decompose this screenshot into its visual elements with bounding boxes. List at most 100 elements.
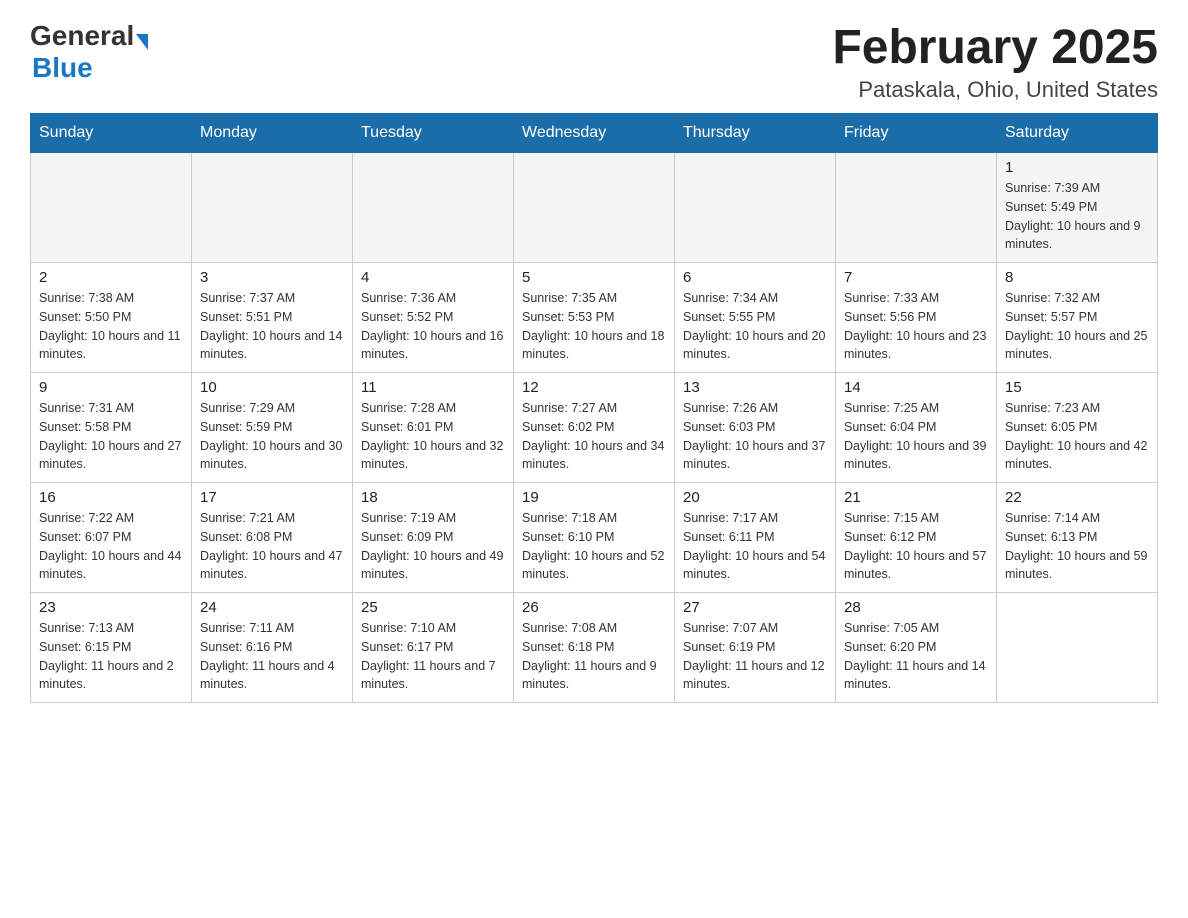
day-number: 15 — [1005, 379, 1149, 396]
day-number: 1 — [1005, 159, 1149, 176]
day-number: 20 — [683, 489, 827, 506]
calendar-cell: 18 Sunrise: 7:19 AM Sunset: 6:09 PM Dayli… — [353, 483, 514, 593]
calendar-cell: 9 Sunrise: 7:31 AM Sunset: 5:58 PM Daylig… — [31, 373, 192, 483]
day-number: 2 — [39, 269, 183, 286]
header-wednesday: Wednesday — [514, 114, 675, 153]
day-info: Sunrise: 7:18 AM Sunset: 6:10 PM Dayligh… — [522, 509, 666, 584]
calendar-cell — [836, 153, 997, 263]
calendar-cell: 24Sunrise: 7:11 AM Sunset: 6:16 PM Dayli… — [192, 593, 353, 703]
calendar-cell: 17 Sunrise: 7:21 AM Sunset: 6:08 PM Dayli… — [192, 483, 353, 593]
day-number: 8 — [1005, 269, 1149, 286]
day-number: 23 — [39, 599, 183, 616]
calendar-cell: 13 Sunrise: 7:26 AM Sunset: 6:03 PM Dayli… — [675, 373, 836, 483]
calendar-week-row: 1 Sunrise: 7:39 AM Sunset: 5:49 PM Daylig… — [31, 153, 1158, 263]
day-number: 18 — [361, 489, 505, 506]
calendar-cell — [675, 153, 836, 263]
month-title: February 2025 — [832, 20, 1158, 75]
logo-general: General — [30, 20, 134, 52]
day-number: 27 — [683, 599, 827, 616]
header-thursday: Thursday — [675, 114, 836, 153]
calendar-cell — [514, 153, 675, 263]
day-number: 17 — [200, 489, 344, 506]
day-info: Sunrise: 7:38 AM Sunset: 5:50 PM Dayligh… — [39, 289, 183, 364]
calendar-cell: 6 Sunrise: 7:34 AM Sunset: 5:55 PM Daylig… — [675, 263, 836, 373]
day-info: Sunrise: 7:17 AM Sunset: 6:11 PM Dayligh… — [683, 509, 827, 584]
day-number: 7 — [844, 269, 988, 286]
day-info: Sunrise: 7:31 AM Sunset: 5:58 PM Dayligh… — [39, 399, 183, 474]
day-number: 28 — [844, 599, 988, 616]
day-info: Sunrise: 7:33 AM Sunset: 5:56 PM Dayligh… — [844, 289, 988, 364]
calendar-cell: 2 Sunrise: 7:38 AM Sunset: 5:50 PM Daylig… — [31, 263, 192, 373]
day-number: 21 — [844, 489, 988, 506]
day-info: Sunrise: 7:27 AM Sunset: 6:02 PM Dayligh… — [522, 399, 666, 474]
day-info: Sunrise: 7:22 AM Sunset: 6:07 PM Dayligh… — [39, 509, 183, 584]
day-number: 11 — [361, 379, 505, 396]
day-number: 6 — [683, 269, 827, 286]
calendar-cell: 11 Sunrise: 7:28 AM Sunset: 6:01 PM Dayli… — [353, 373, 514, 483]
day-info: Sunrise: 7:32 AM Sunset: 5:57 PM Dayligh… — [1005, 289, 1149, 364]
header-tuesday: Tuesday — [353, 114, 514, 153]
calendar-cell: 22Sunrise: 7:14 AM Sunset: 6:13 PM Dayli… — [997, 483, 1158, 593]
calendar-week-row: 23 Sunrise: 7:13 AM Sunset: 6:15 PM Dayli… — [31, 593, 1158, 703]
day-number: 4 — [361, 269, 505, 286]
calendar-cell: 14 Sunrise: 7:25 AM Sunset: 6:04 PM Dayli… — [836, 373, 997, 483]
day-info: Sunrise: 7:19 AM Sunset: 6:09 PM Dayligh… — [361, 509, 505, 584]
weekday-header-row: Sunday Monday Tuesday Wednesday Thursday… — [31, 114, 1158, 153]
day-info: Sunrise: 7:07 AM Sunset: 6:19 PM Dayligh… — [683, 619, 827, 694]
day-info: Sunrise: 7:10 AM Sunset: 6:17 PM Dayligh… — [361, 619, 505, 694]
calendar-cell — [192, 153, 353, 263]
day-number: 3 — [200, 269, 344, 286]
calendar-cell — [997, 593, 1158, 703]
day-info: Sunrise: 7:37 AM Sunset: 5:51 PM Dayligh… — [200, 289, 344, 364]
logo: General Blue — [30, 20, 148, 84]
day-info: Sunrise: 7:23 AM Sunset: 6:05 PM Dayligh… — [1005, 399, 1149, 474]
header: General Blue February 2025 Pataskala, Oh… — [30, 20, 1158, 103]
day-info: Sunrise: 7:36 AM Sunset: 5:52 PM Dayligh… — [361, 289, 505, 364]
day-number: 22 — [1005, 489, 1149, 506]
calendar-cell: 21 Sunrise: 7:15 AM Sunset: 6:12 PM Dayli… — [836, 483, 997, 593]
day-info: Sunrise: 7:34 AM Sunset: 5:55 PM Dayligh… — [683, 289, 827, 364]
calendar-cell: 4 Sunrise: 7:36 AM Sunset: 5:52 PM Daylig… — [353, 263, 514, 373]
header-monday: Monday — [192, 114, 353, 153]
day-info: Sunrise: 7:25 AM Sunset: 6:04 PM Dayligh… — [844, 399, 988, 474]
day-info: Sunrise: 7:21 AM Sunset: 6:08 PM Dayligh… — [200, 509, 344, 584]
calendar-cell: 3 Sunrise: 7:37 AM Sunset: 5:51 PM Daylig… — [192, 263, 353, 373]
calendar-cell: 5 Sunrise: 7:35 AM Sunset: 5:53 PM Daylig… — [514, 263, 675, 373]
header-saturday: Saturday — [997, 114, 1158, 153]
logo-blue: Blue — [32, 52, 93, 83]
calendar-cell — [353, 153, 514, 263]
day-info: Sunrise: 7:39 AM Sunset: 5:49 PM Dayligh… — [1005, 179, 1149, 254]
location-title: Pataskala, Ohio, United States — [832, 77, 1158, 103]
day-number: 25 — [361, 599, 505, 616]
calendar-table: Sunday Monday Tuesday Wednesday Thursday… — [30, 113, 1158, 703]
day-info: Sunrise: 7:11 AM Sunset: 6:16 PM Dayligh… — [200, 619, 344, 694]
header-sunday: Sunday — [31, 114, 192, 153]
day-number: 16 — [39, 489, 183, 506]
calendar-cell: 26 Sunrise: 7:08 AM Sunset: 6:18 PM Dayli… — [514, 593, 675, 703]
day-number: 13 — [683, 379, 827, 396]
day-info: Sunrise: 7:28 AM Sunset: 6:01 PM Dayligh… — [361, 399, 505, 474]
day-number: 19 — [522, 489, 666, 506]
day-number: 12 — [522, 379, 666, 396]
day-number: 14 — [844, 379, 988, 396]
day-info: Sunrise: 7:13 AM Sunset: 6:15 PM Dayligh… — [39, 619, 183, 694]
calendar-cell: 8 Sunrise: 7:32 AM Sunset: 5:57 PM Daylig… — [997, 263, 1158, 373]
day-number: 5 — [522, 269, 666, 286]
day-info: Sunrise: 7:15 AM Sunset: 6:12 PM Dayligh… — [844, 509, 988, 584]
day-number: 9 — [39, 379, 183, 396]
day-info: Sunrise: 7:35 AM Sunset: 5:53 PM Dayligh… — [522, 289, 666, 364]
header-friday: Friday — [836, 114, 997, 153]
day-info: Sunrise: 7:26 AM Sunset: 6:03 PM Dayligh… — [683, 399, 827, 474]
day-info: Sunrise: 7:29 AM Sunset: 5:59 PM Dayligh… — [200, 399, 344, 474]
calendar-cell: 19 Sunrise: 7:18 AM Sunset: 6:10 PM Dayli… — [514, 483, 675, 593]
calendar-cell: 12 Sunrise: 7:27 AM Sunset: 6:02 PM Dayli… — [514, 373, 675, 483]
day-number: 10 — [200, 379, 344, 396]
calendar-cell: 1 Sunrise: 7:39 AM Sunset: 5:49 PM Daylig… — [997, 153, 1158, 263]
calendar-cell: 20 Sunrise: 7:17 AM Sunset: 6:11 PM Dayli… — [675, 483, 836, 593]
title-area: February 2025 Pataskala, Ohio, United St… — [832, 20, 1158, 103]
calendar-week-row: 2 Sunrise: 7:38 AM Sunset: 5:50 PM Daylig… — [31, 263, 1158, 373]
day-number: 26 — [522, 599, 666, 616]
calendar-week-row: 9 Sunrise: 7:31 AM Sunset: 5:58 PM Daylig… — [31, 373, 1158, 483]
day-info: Sunrise: 7:08 AM Sunset: 6:18 PM Dayligh… — [522, 619, 666, 694]
calendar-cell: 28Sunrise: 7:05 AM Sunset: 6:20 PM Dayli… — [836, 593, 997, 703]
